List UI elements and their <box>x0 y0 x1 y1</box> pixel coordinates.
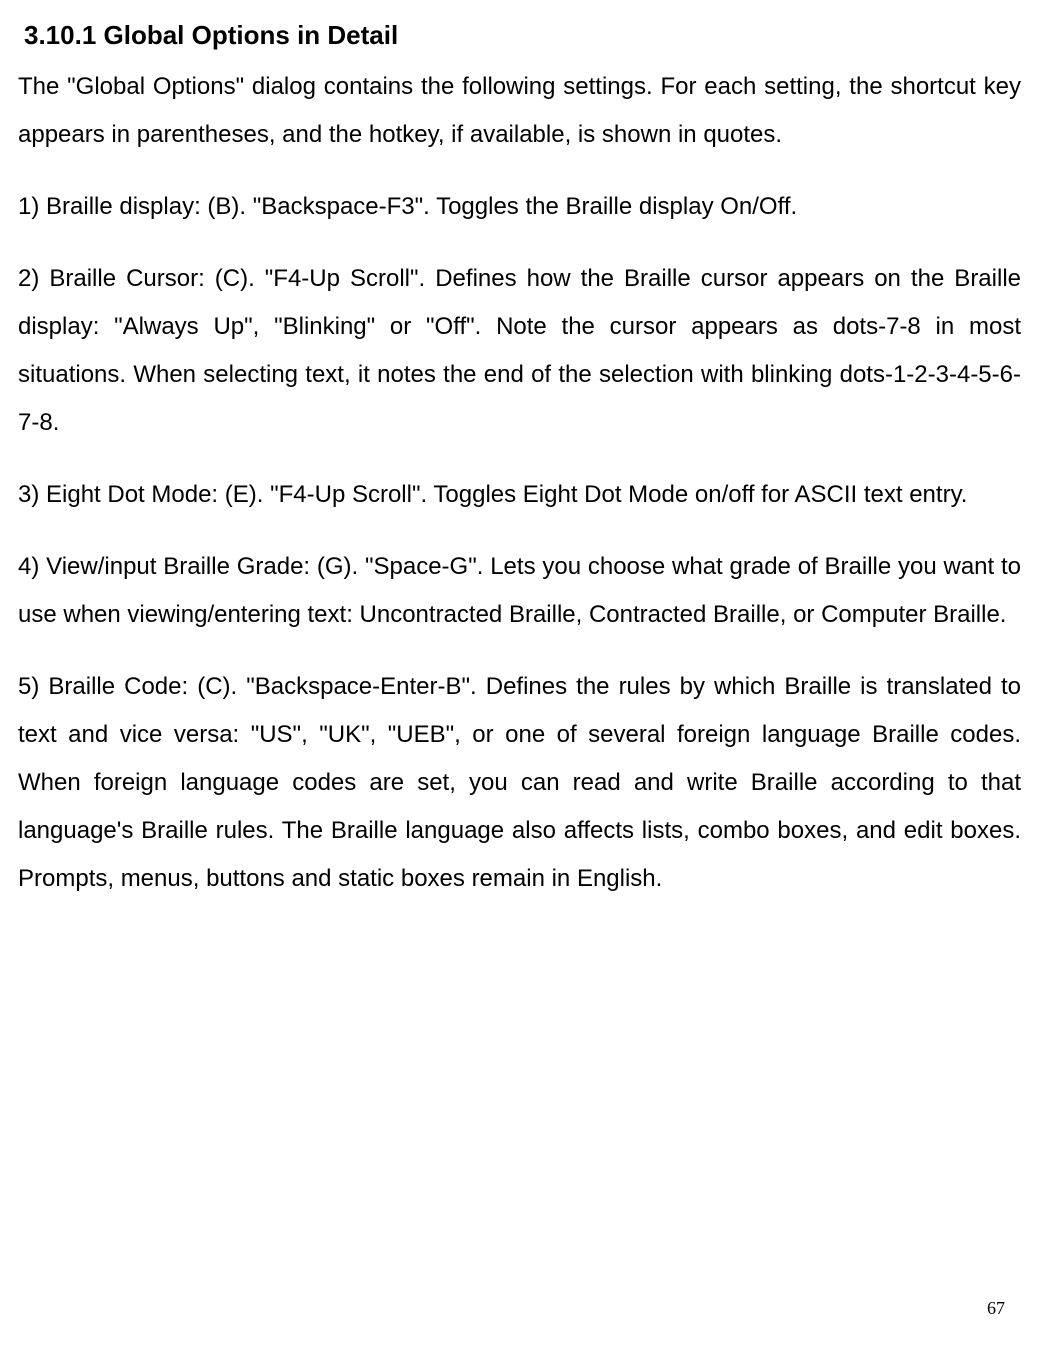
option-item-1: 1) Braille display: (B). "Backspace-F3".… <box>18 183 1021 231</box>
option-item-2: 2) Braille Cursor: (C). "F4-Up Scroll". … <box>18 255 1021 447</box>
option-item-3: 3) Eight Dot Mode: (E). "F4-Up Scroll". … <box>18 471 1021 519</box>
option-item-5: 5) Braille Code: (C). "Backspace-Enter-B… <box>18 663 1021 903</box>
section-heading: 3.10.1 Global Options in Detail <box>24 20 1021 51</box>
option-item-4: 4) View/input Braille Grade: (G). "Space… <box>18 543 1021 639</box>
intro-paragraph: The "Global Options" dialog contains the… <box>18 63 1021 159</box>
page-number: 67 <box>987 1298 1005 1319</box>
